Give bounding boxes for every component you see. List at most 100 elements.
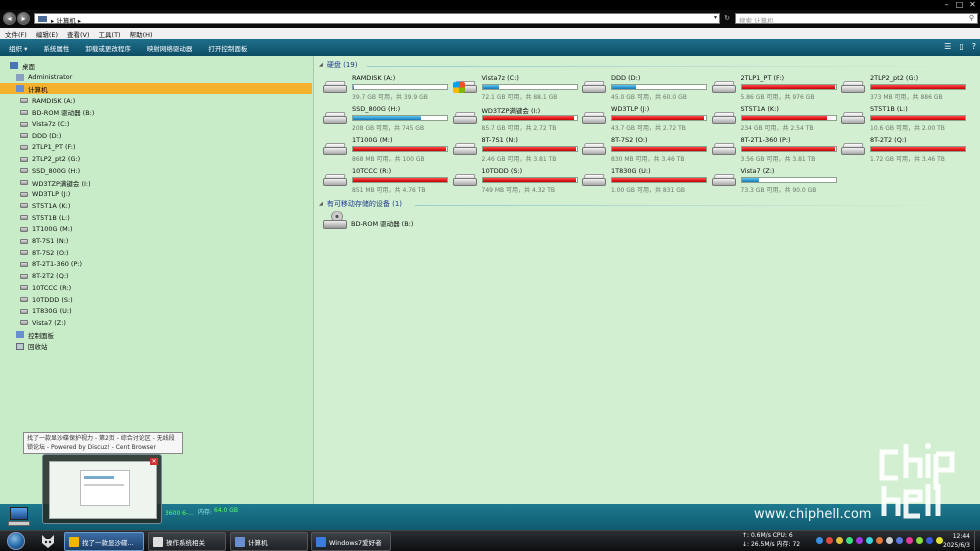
drive-tile[interactable]: 8T-7S2 (O:) 830 MB 可用，共 3.46 TB xyxy=(576,136,707,165)
organize-button[interactable]: 组织 ▾ xyxy=(9,43,27,53)
forward-button[interactable]: ▸ xyxy=(17,12,30,25)
nav-item-label: 1T100G (M:) xyxy=(32,225,73,234)
nav-item[interactable]: ST5T1B (L:) xyxy=(20,212,70,223)
nav-item[interactable]: 8T-7S2 (O:) xyxy=(20,247,69,258)
taskbar-button[interactable]: Windows7爱好者 xyxy=(311,532,391,551)
nav-item[interactable]: 8T-2T1-360 (P:) xyxy=(20,259,82,270)
start-button[interactable] xyxy=(3,532,30,551)
nav-item[interactable]: 10TDDD (S:) xyxy=(20,294,73,305)
tray-icon[interactable] xyxy=(826,537,833,544)
nav-item[interactable]: 2TLP1_PT (F:) xyxy=(20,142,76,153)
uninstall-program-button[interactable]: 卸载或更改程序 xyxy=(85,43,131,53)
search-icon[interactable]: ⚲ xyxy=(969,14,974,22)
drive-tile[interactable]: Vista7 (Z:) 73.3 GB 可用，共 90.0 GB xyxy=(706,167,837,196)
nav-item[interactable]: WD3TZP满键会 (I:) xyxy=(20,177,91,188)
nav-item[interactable]: Vista7z (C:) xyxy=(20,119,69,130)
tray-icon[interactable] xyxy=(886,537,893,544)
nav-item[interactable]: Vista7 (Z:) xyxy=(20,317,66,328)
hdd-group-header[interactable]: ◢ 硬盘 (19) xyxy=(319,60,357,70)
tray-icon[interactable] xyxy=(896,537,903,544)
nav-item[interactable]: RAMDISK (A:) xyxy=(20,95,75,106)
nav-item[interactable]: ST5T1A (K:) xyxy=(20,200,70,211)
drive-space-info: 3.56 GB 可用，共 3.81 TB xyxy=(740,156,816,163)
tray-icon[interactable] xyxy=(816,537,823,544)
nav-item-label: RAMDISK (A:) xyxy=(32,96,76,105)
drive-tile[interactable]: SSD_800G (H:) 208 GB 可用，共 745 GB xyxy=(317,105,448,134)
nav-item[interactable]: SSD_800G (H:) xyxy=(20,165,80,176)
collapse-arrow-icon[interactable]: ◢ xyxy=(319,62,323,68)
drive-tile[interactable]: 1T830G (U:) 1.00 GB 可用，共 831 GB xyxy=(576,167,707,196)
nav-item[interactable]: 1T100G (M:) xyxy=(20,224,73,235)
nav-item[interactable]: 1T830G (U:) xyxy=(20,306,72,317)
quick-launch-icon[interactable] xyxy=(40,533,56,549)
search-input[interactable]: 搜索 计算机 ⚲ xyxy=(735,13,978,25)
nav-item[interactable]: 计算机 xyxy=(0,83,312,95)
refresh-icon[interactable]: ↻ xyxy=(722,13,732,24)
nav-item[interactable]: 2TLP2_pt2 (G:) xyxy=(20,154,80,165)
maximize-button[interactable]: □ xyxy=(954,0,965,9)
show-desktop-button[interactable] xyxy=(974,531,980,551)
taskbar-thumbnail-preview[interactable]: ✕ xyxy=(42,454,162,524)
drive-tile[interactable]: RAMDISK (A:) 39.7 GB 可用，共 39.9 GB xyxy=(317,74,448,103)
tray-icon[interactable] xyxy=(916,537,923,544)
drive-tile[interactable]: 8T-2T1-360 (P:) 3.56 GB 可用，共 3.81 TB xyxy=(706,136,837,165)
drive-tile[interactable]: ST5T1B (L:) 10.6 GB 可用，共 2.00 TB xyxy=(835,105,966,134)
preview-pane-icon[interactable]: ▯ xyxy=(959,42,963,51)
tray-icon[interactable] xyxy=(856,537,863,544)
view-options-icon[interactable]: ☰ xyxy=(944,42,951,51)
nav-item[interactable]: 10TCCC (R:) xyxy=(20,282,71,293)
collapse-arrow-icon[interactable]: ◢ xyxy=(319,201,323,207)
drive-tile[interactable]: 8T-7S1 (N:) 2.46 GB 可用，共 3.81 TB xyxy=(447,136,578,165)
map-network-drive-button[interactable]: 映射网络驱动器 xyxy=(147,43,193,53)
taskbar-button[interactable]: 找了一款显沙碟... xyxy=(64,532,144,551)
thumbnail-close-icon[interactable]: ✕ xyxy=(150,458,158,465)
tray-icon[interactable] xyxy=(866,537,873,544)
drive-tile[interactable]: WD3TZP满键会 (I:) 85.7 GB 可用，共 2.72 TB xyxy=(447,105,578,134)
user-folder-icon xyxy=(16,73,24,81)
help-icon[interactable]: ? xyxy=(972,42,976,51)
menu-tools[interactable]: 工具(T) xyxy=(99,29,121,39)
drive-usage-fill xyxy=(353,116,421,120)
drive-tile[interactable]: 10TCCC (R:) 851 MB 可用，共 4.76 TB xyxy=(317,167,448,196)
tray-icon[interactable] xyxy=(876,537,883,544)
drive-tile[interactable]: 2TLP1_PT (F:) 5.86 GB 可用，共 976 GB xyxy=(706,74,837,103)
system-clock[interactable]: 12:44 2025/6/3 xyxy=(934,532,970,550)
drive-space-info: 749 MB 可用，共 4.32 TB xyxy=(481,187,556,194)
drive-tile[interactable]: 10TDDD (S:) 749 MB 可用，共 4.32 TB xyxy=(447,167,578,196)
minimize-button[interactable]: – xyxy=(941,0,952,9)
tray-icon[interactable] xyxy=(926,537,933,544)
system-properties-button[interactable]: 系统属性 xyxy=(43,43,69,53)
taskbar-button[interactable]: 计算机 xyxy=(230,532,308,551)
open-control-panel-button[interactable]: 打开控制面板 xyxy=(208,43,247,53)
nav-item[interactable]: BD-ROM 驱动器 (B:) xyxy=(20,107,94,118)
nav-item[interactable]: 回收站 xyxy=(16,341,48,352)
menu-help[interactable]: 帮助(H) xyxy=(130,29,153,39)
menu-file[interactable]: 文件(F) xyxy=(5,29,27,39)
drive-tile[interactable]: Vista7z (C:) 72.1 GB 可用，共 88.1 GB xyxy=(447,74,578,103)
nav-item-label: BD-ROM 驱动器 (B:) xyxy=(32,109,95,118)
tray-icon[interactable] xyxy=(906,537,913,544)
drive-tile[interactable]: ST5T1A (K:) 234 GB 可用，共 2.54 TB xyxy=(706,105,837,134)
drive-tile[interactable]: 1T100G (M:) 868 MB 可用，共 100 GB xyxy=(317,136,448,165)
nav-item[interactable]: 8T-2T2 (Q:) xyxy=(20,271,69,282)
nav-item[interactable]: 8T-7S1 (N:) xyxy=(20,236,68,247)
taskbar-button[interactable]: 操作系统相关 xyxy=(148,532,226,551)
back-button[interactable]: ◂ xyxy=(3,12,16,25)
close-button[interactable]: ✕ xyxy=(967,0,978,9)
chevron-down-icon[interactable]: ▾ xyxy=(714,14,717,21)
drive-tile[interactable]: DDD (D:) 45.0 GB 可用，共 60.0 GB xyxy=(576,74,707,103)
drive-tile[interactable]: WD3TLP (J:) 43.7 GB 可用，共 2.72 TB xyxy=(576,105,707,134)
nav-item[interactable]: Administrator xyxy=(16,72,72,83)
drive-tile[interactable]: 2TLP2_pt2 (G:) 373 MB 可用，共 886 GB xyxy=(835,74,966,103)
nav-item[interactable]: 桌面 xyxy=(10,60,35,71)
menu-edit[interactable]: 编辑(E) xyxy=(36,29,58,39)
tray-icon[interactable] xyxy=(836,537,843,544)
nav-item[interactable]: 控制面板 xyxy=(16,329,54,340)
nav-item[interactable]: DDD (D:) xyxy=(20,130,61,141)
nav-item[interactable]: WD3TLP (J:) xyxy=(20,189,70,200)
menu-view[interactable]: 查看(V) xyxy=(67,29,90,39)
drive-tile[interactable]: 8T-2T2 (Q:) 1.72 GB 可用，共 3.46 TB xyxy=(835,136,966,165)
tray-icon[interactable] xyxy=(846,537,853,544)
removable-group-header[interactable]: ◢ 有可移动存储的设备 (1) xyxy=(319,199,402,209)
address-bar[interactable]: ▸ 计算机 ▸ ▾ xyxy=(34,13,720,25)
